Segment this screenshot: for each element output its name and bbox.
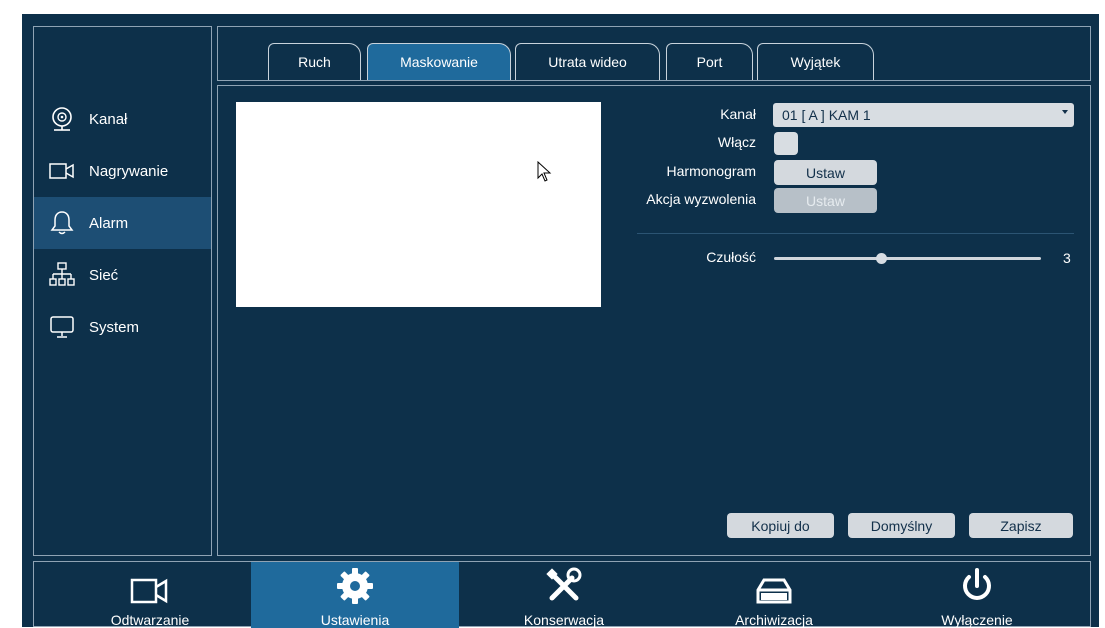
bottom-nav-label: Konserwacja bbox=[523, 612, 605, 628]
sensitivity-value: 3 bbox=[1063, 250, 1071, 266]
sidebar-item-label: Alarm bbox=[89, 214, 129, 232]
trigger-action-label: Akcja wyzwolenia bbox=[646, 191, 756, 207]
default-button[interactable]: Domyślny bbox=[848, 513, 955, 538]
sidebar-item-alarm[interactable]: Alarm bbox=[34, 197, 211, 249]
bottom-nav-label: Archiwizacja bbox=[735, 612, 813, 628]
tab-utrata-wideo[interactable]: Utrata wideo bbox=[515, 43, 660, 80]
tab-port[interactable]: Port bbox=[666, 43, 753, 80]
channel-label: Kanał bbox=[720, 106, 756, 122]
tab-ruch[interactable]: Ruch bbox=[268, 43, 361, 80]
channel-select-value: 01 [ A ] KAM 1 bbox=[782, 107, 871, 123]
bell-icon bbox=[49, 210, 75, 236]
sidebar-item-label: Nagrywanie bbox=[89, 162, 169, 180]
sensitivity-slider[interactable] bbox=[774, 253, 1041, 264]
tab-bar: Ruch Maskowanie Utrata wideo Port Wyjąte… bbox=[217, 26, 1091, 81]
tools-icon bbox=[544, 566, 584, 606]
video-camera-icon bbox=[49, 158, 75, 184]
power-icon bbox=[957, 566, 997, 606]
sidebar-item-label: Sieć bbox=[89, 266, 119, 284]
tab-maskowanie[interactable]: Maskowanie bbox=[367, 43, 511, 80]
bottom-nav-label: Ustawienia bbox=[320, 612, 390, 628]
sidebar-item-label: Kanał bbox=[89, 110, 128, 128]
main-content: Kanał 01 [ A ] KAM 1 Włącz Harmonogram U… bbox=[217, 85, 1091, 556]
archive-tray-icon bbox=[754, 566, 794, 606]
slider-handle[interactable] bbox=[875, 253, 887, 264]
network-icon bbox=[49, 262, 75, 288]
bottom-nav-settings[interactable]: Ustawienia bbox=[251, 562, 459, 628]
copy-to-button[interactable]: Kopiuj do bbox=[727, 513, 834, 538]
sensitivity-label: Czułość bbox=[706, 249, 756, 265]
save-button[interactable]: Zapisz bbox=[969, 513, 1073, 538]
sidebar-item-label: System bbox=[89, 318, 140, 336]
sidebar-item-network[interactable]: Sieć bbox=[34, 249, 211, 301]
divider bbox=[637, 233, 1074, 234]
tab-wyjatek[interactable]: Wyjątek bbox=[757, 43, 874, 80]
dvr-settings-screen: Kanał Nagrywanie Alarm Sieć System Ruch … bbox=[0, 0, 1105, 628]
enable-checkbox[interactable] bbox=[774, 132, 798, 155]
gear-icon bbox=[335, 566, 375, 606]
video-camera-icon bbox=[130, 566, 170, 606]
schedule-label: Harmonogram bbox=[666, 163, 756, 179]
mouse-cursor-icon bbox=[537, 161, 552, 182]
bottom-nav-label: Odtwarzanie bbox=[110, 612, 190, 628]
sidebar-item-recording[interactable]: Nagrywanie bbox=[34, 145, 211, 197]
camera-lens-icon bbox=[49, 106, 75, 132]
bottom-nav-archive[interactable]: Archiwizacja bbox=[670, 562, 878, 628]
bottom-nav: Odtwarzanie Ustawienia Konserwacja Archi… bbox=[33, 561, 1091, 628]
monitor-icon bbox=[49, 314, 75, 340]
enable-label: Włącz bbox=[717, 134, 756, 150]
bottom-nav-playback[interactable]: Odtwarzanie bbox=[46, 562, 254, 628]
bottom-nav-shutdown[interactable]: Wyłączenie bbox=[873, 562, 1081, 628]
sidebar-item-system[interactable]: System bbox=[34, 301, 211, 353]
bottom-nav-maintenance[interactable]: Konserwacja bbox=[460, 562, 668, 628]
channel-select[interactable]: 01 [ A ] KAM 1 bbox=[773, 103, 1074, 127]
trigger-action-set-button[interactable]: Ustaw bbox=[774, 188, 877, 213]
mask-preview-area[interactable] bbox=[236, 102, 601, 307]
sidebar: Kanał Nagrywanie Alarm Sieć System bbox=[33, 26, 212, 556]
bottom-nav-label: Wyłączenie bbox=[941, 612, 1013, 628]
schedule-set-button[interactable]: Ustaw bbox=[774, 160, 877, 185]
sidebar-item-channel[interactable]: Kanał bbox=[34, 93, 211, 145]
chevron-down-icon bbox=[1062, 110, 1068, 114]
